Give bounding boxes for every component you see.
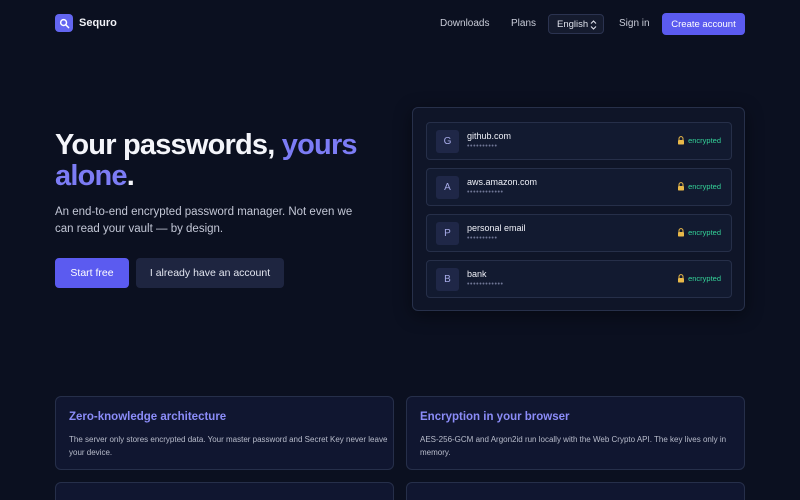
vault-entry: P personal email •••••••••• encrypted [426, 214, 732, 252]
entry-status-label: encrypted [688, 182, 721, 191]
start-free-button[interactable]: Start free [55, 258, 129, 288]
entry-avatar: G [436, 130, 459, 153]
entry-masked-password: •••••••••••• [467, 281, 504, 288]
entry-status: encrypted [677, 136, 721, 145]
feature-card-browser-encryption: Encryption in your browser AES-256-GCM a… [406, 396, 745, 470]
entry-avatar: P [436, 222, 459, 245]
feature-card-partial [55, 482, 394, 500]
language-value: English [557, 18, 589, 30]
lock-icon [678, 182, 685, 191]
vault-entry: A aws.amazon.com •••••••••••• encrypted [426, 168, 732, 206]
vault-entry: G github.com •••••••••• encrypted [426, 122, 732, 160]
lock-icon [678, 274, 685, 283]
entry-status: encrypted [677, 274, 721, 283]
vault-entry: B bank •••••••••••• encrypted [426, 260, 732, 298]
chevron-up-down-icon [590, 20, 597, 30]
entry-site: bank [467, 269, 487, 279]
logo-icon [55, 14, 73, 32]
language-select[interactable]: English [548, 14, 604, 34]
sign-in-link[interactable]: Sign in [619, 18, 650, 29]
lock-icon [678, 228, 685, 237]
feature-body: AES-256-GCM and Argon2id run locally wit… [420, 435, 727, 457]
feature-title: Zero-knowledge architecture [69, 411, 227, 423]
feature-title: Encryption in your browser [420, 411, 570, 423]
hero-headline: Your passwords, yours alone. [55, 130, 385, 192]
existing-account-button[interactable]: I already have an account [136, 258, 284, 288]
entry-masked-password: •••••••••• [467, 235, 498, 242]
entry-masked-password: •••••••••• [467, 143, 498, 150]
entry-site: personal email [467, 223, 526, 233]
brand[interactable]: Sequro [55, 14, 117, 32]
entry-status-label: encrypted [688, 228, 721, 237]
entry-site: aws.amazon.com [467, 177, 538, 187]
feature-card-partial [406, 482, 745, 500]
entry-status-label: encrypted [688, 274, 721, 283]
entry-status-label: encrypted [688, 136, 721, 145]
entry-avatar: A [436, 176, 459, 199]
hero-subtitle: An end-to-end encrypted password manager… [55, 206, 353, 235]
entry-site: github.com [467, 131, 512, 141]
entry-masked-password: •••••••••••• [467, 189, 504, 196]
create-account-button[interactable]: Create account [662, 13, 745, 35]
nav-link-plans[interactable]: Plans [511, 18, 536, 29]
lock-icon [678, 136, 685, 145]
nav-link-downloads[interactable]: Downloads [440, 18, 489, 29]
feature-body: The server only stores encrypted data. Y… [69, 435, 388, 457]
vault-preview: G github.com •••••••••• encrypted A aws.… [412, 107, 745, 311]
entry-avatar: B [436, 268, 459, 291]
brand-name: Sequro [79, 17, 117, 29]
entry-status: encrypted [677, 182, 721, 191]
top-nav: Sequro Downloads Plans English Sign in C… [0, 0, 800, 48]
feature-card-zero-knowledge: Zero-knowledge architecture The server o… [55, 396, 394, 470]
entry-status: encrypted [677, 228, 721, 237]
headline-text: Your passwords, [55, 129, 282, 161]
headline-period: . [126, 160, 135, 192]
